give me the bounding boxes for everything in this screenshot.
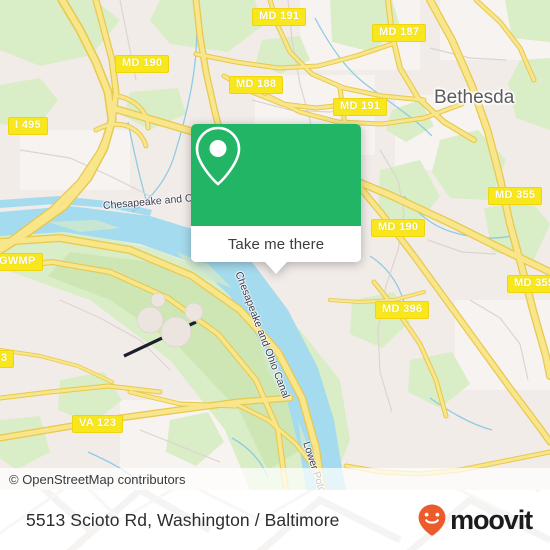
moovit-smiley-pin-icon <box>418 504 446 536</box>
map-attribution-bar: © OpenStreetMap contributors <box>0 468 550 490</box>
road-shield-md396[interactable]: MD 396 <box>375 301 430 319</box>
road-shield-md190-east[interactable]: MD 190 <box>371 219 426 237</box>
road-shield-md190-west[interactable]: MD 190 <box>115 55 170 73</box>
moovit-logo[interactable]: moovit <box>417 503 533 537</box>
road-shield-md355-south[interactable]: MD 355 <box>507 275 550 293</box>
road-shield-md191-south[interactable]: MD 191 <box>333 98 388 116</box>
footer-content: 5513 Scioto Rd, Washington / Baltimore m… <box>0 490 550 550</box>
popup-card: Take me there <box>191 124 361 262</box>
popup-cta-label: Take me there <box>227 235 325 253</box>
popup-icon-area <box>191 124 361 226</box>
destination-popup[interactable]: Take me there <box>191 124 361 274</box>
road-shield-gwmp[interactable]: GWMP <box>0 253 43 271</box>
place-label-bethesda: Bethesda <box>434 87 515 108</box>
road-shield-route-3[interactable]: 3 <box>0 350 15 368</box>
road-shield-md355-north[interactable]: MD 355 <box>488 187 543 205</box>
moovit-wordmark: moovit <box>450 504 533 535</box>
road-shield-i495[interactable]: I 495 <box>8 117 48 135</box>
road-shield-va123[interactable]: VA 123 <box>72 415 124 433</box>
road-shield-md187[interactable]: MD 187 <box>372 24 427 42</box>
road-shield-md188[interactable]: MD 188 <box>229 76 284 94</box>
road-shield-md191-north[interactable]: MD 191 <box>252 8 307 26</box>
address-label: 5513 Scioto Rd, Washington / Baltimore <box>26 509 340 530</box>
moovit-map-screenshot: MD 191 MD 187 MD 190 MD 188 MD 191 I 495… <box>0 0 550 550</box>
map-canvas[interactable]: MD 191 MD 187 MD 190 MD 188 MD 191 I 495… <box>0 0 550 490</box>
popup-cta[interactable]: Take me there <box>191 226 361 262</box>
footer-bar: 5513 Scioto Rd, Washington / Baltimore m… <box>0 490 550 550</box>
osm-attribution-text[interactable]: © OpenStreetMap contributors <box>0 472 186 487</box>
popup-pointer <box>265 262 287 274</box>
location-pin-icon <box>195 126 241 186</box>
